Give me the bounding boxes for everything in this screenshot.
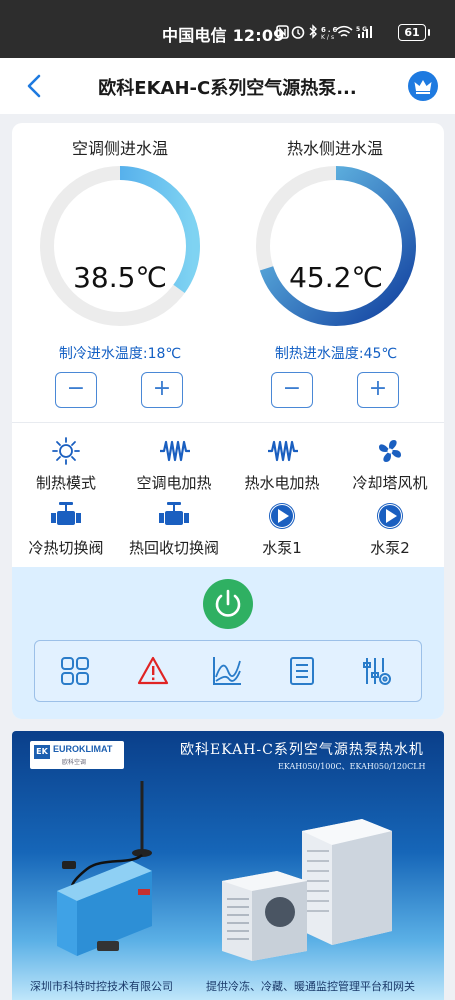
chart-icon[interactable] (211, 655, 243, 687)
signal-icon: 5G (356, 26, 372, 38)
func-label: 热回收切换阀 (128, 539, 219, 557)
play-icon (377, 503, 403, 529)
gauge-title-hot: 热水侧进水温 (286, 139, 383, 158)
page-title: 欧科EKAH-C系列空气源热泵... (98, 78, 357, 99)
svg-text:K/s: K/s (321, 34, 336, 40)
func-heating-mode[interactable]: 制热模式 (12, 436, 120, 493)
func-label: 热水电加热 (244, 474, 320, 492)
banner-company: 深圳市科特时控技术有限公司 (30, 980, 173, 993)
func-cooling-tower-fan[interactable]: 冷却塔风机 (336, 436, 444, 493)
banner-title: 欧科EKAH-C系列空气源热泵热水机 (180, 742, 424, 758)
heating-minus-button[interactable]: − (271, 372, 313, 408)
func-label: 制热模式 (35, 474, 96, 492)
battery-indicator: 61 (398, 24, 430, 41)
control-footer (12, 567, 444, 719)
func-label: 冷热切换阀 (28, 539, 104, 557)
brand-logo: EK EUROKLIMAT 欧科空调 (30, 741, 124, 769)
valve-icon (159, 502, 189, 525)
sun-icon (52, 437, 80, 465)
func-ac-electric-heater[interactable]: 空调电加热 (120, 436, 228, 493)
func-label: 空调电加热 (136, 474, 212, 492)
status-bar: 中国电信 12:09 6.6 K/s 5G 61 (0, 0, 455, 58)
gateway-device-image (57, 781, 152, 956)
cooling-minus-button[interactable]: − (55, 372, 97, 408)
func-hot-water-electric-heater[interactable]: 热水电加热 (228, 436, 336, 493)
heater-icon (160, 440, 190, 462)
func-heat-recovery-switch-valve[interactable]: 热回收切换阀 (120, 501, 228, 558)
func-label: 冷却塔风机 (352, 474, 428, 492)
heating-plus-button[interactable]: + (357, 372, 399, 408)
nfc-icon (276, 25, 289, 39)
func-label: 水泵1 (262, 539, 302, 557)
heater-icon (268, 440, 298, 462)
gauge-hot-water-temp: 45.2℃ (253, 163, 419, 329)
product-banner[interactable]: EK EUROKLIMAT 欧科空调 欧科EKAH-C系列空气源热泵热水机 EK… (12, 731, 444, 1000)
func-label: 水泵2 (370, 539, 410, 557)
speed-icon: 6.6K/s (321, 26, 337, 41)
carrier-time: 中国电信 12:09 (162, 26, 285, 45)
alarm-icon (291, 26, 305, 39)
banner-models: EKAH050/100C、EKAH050/120CLH (278, 762, 426, 771)
bluetooth-icon (309, 24, 317, 39)
play-icon (269, 503, 295, 529)
setpoint-heating-label: 制热进水温度:45℃ (274, 346, 398, 362)
app-header: 欧科EKAH-C系列空气源热泵... (0, 58, 455, 114)
func-hot-cold-switch-valve[interactable]: 冷热切换阀 (12, 501, 120, 558)
grid-icon[interactable] (59, 655, 91, 687)
settings-sliders-icon[interactable] (361, 655, 393, 687)
func-water-pump-2[interactable]: 水泵2 (336, 501, 444, 558)
gauge-value-hot: 45.2℃ (289, 261, 383, 294)
fan-icon (379, 440, 401, 462)
gauge-ac-water-temp: 38.5℃ (37, 163, 203, 329)
divider (12, 422, 444, 423)
func-water-pump-1[interactable]: 水泵1 (228, 501, 336, 558)
brand-name: EUROKLIMAT (53, 744, 113, 754)
control-panel: 空调侧进水温 38.5℃ 热水侧进水温 45.2℃ 制冷进水温度:18℃ 制热进… (12, 123, 444, 719)
bottom-toolbar (34, 640, 422, 702)
banner-tagline: 提供冷冻、冷藏、暖通监控管理平台和网关 (206, 980, 415, 993)
power-button[interactable] (203, 579, 253, 629)
gauge-title-ac: 空调侧进水温 (71, 139, 168, 158)
list-icon[interactable] (286, 655, 318, 687)
heat-pump-units-image (222, 819, 392, 961)
back-arrow-icon[interactable] (22, 72, 48, 100)
crown-icon[interactable] (408, 71, 438, 101)
setpoint-cooling-label: 制冷进水温度:18℃ (58, 346, 182, 362)
brand-sub: 欧科空调 (62, 759, 87, 766)
status-icons: 6.6 K/s 5G (276, 24, 394, 43)
alarm-warning-icon[interactable] (137, 655, 169, 687)
power-icon (215, 589, 241, 617)
cooling-plus-button[interactable]: + (141, 372, 183, 408)
gauge-value-ac: 38.5℃ (73, 261, 167, 294)
valve-icon (51, 502, 81, 525)
brand-mark: EK (34, 745, 50, 759)
